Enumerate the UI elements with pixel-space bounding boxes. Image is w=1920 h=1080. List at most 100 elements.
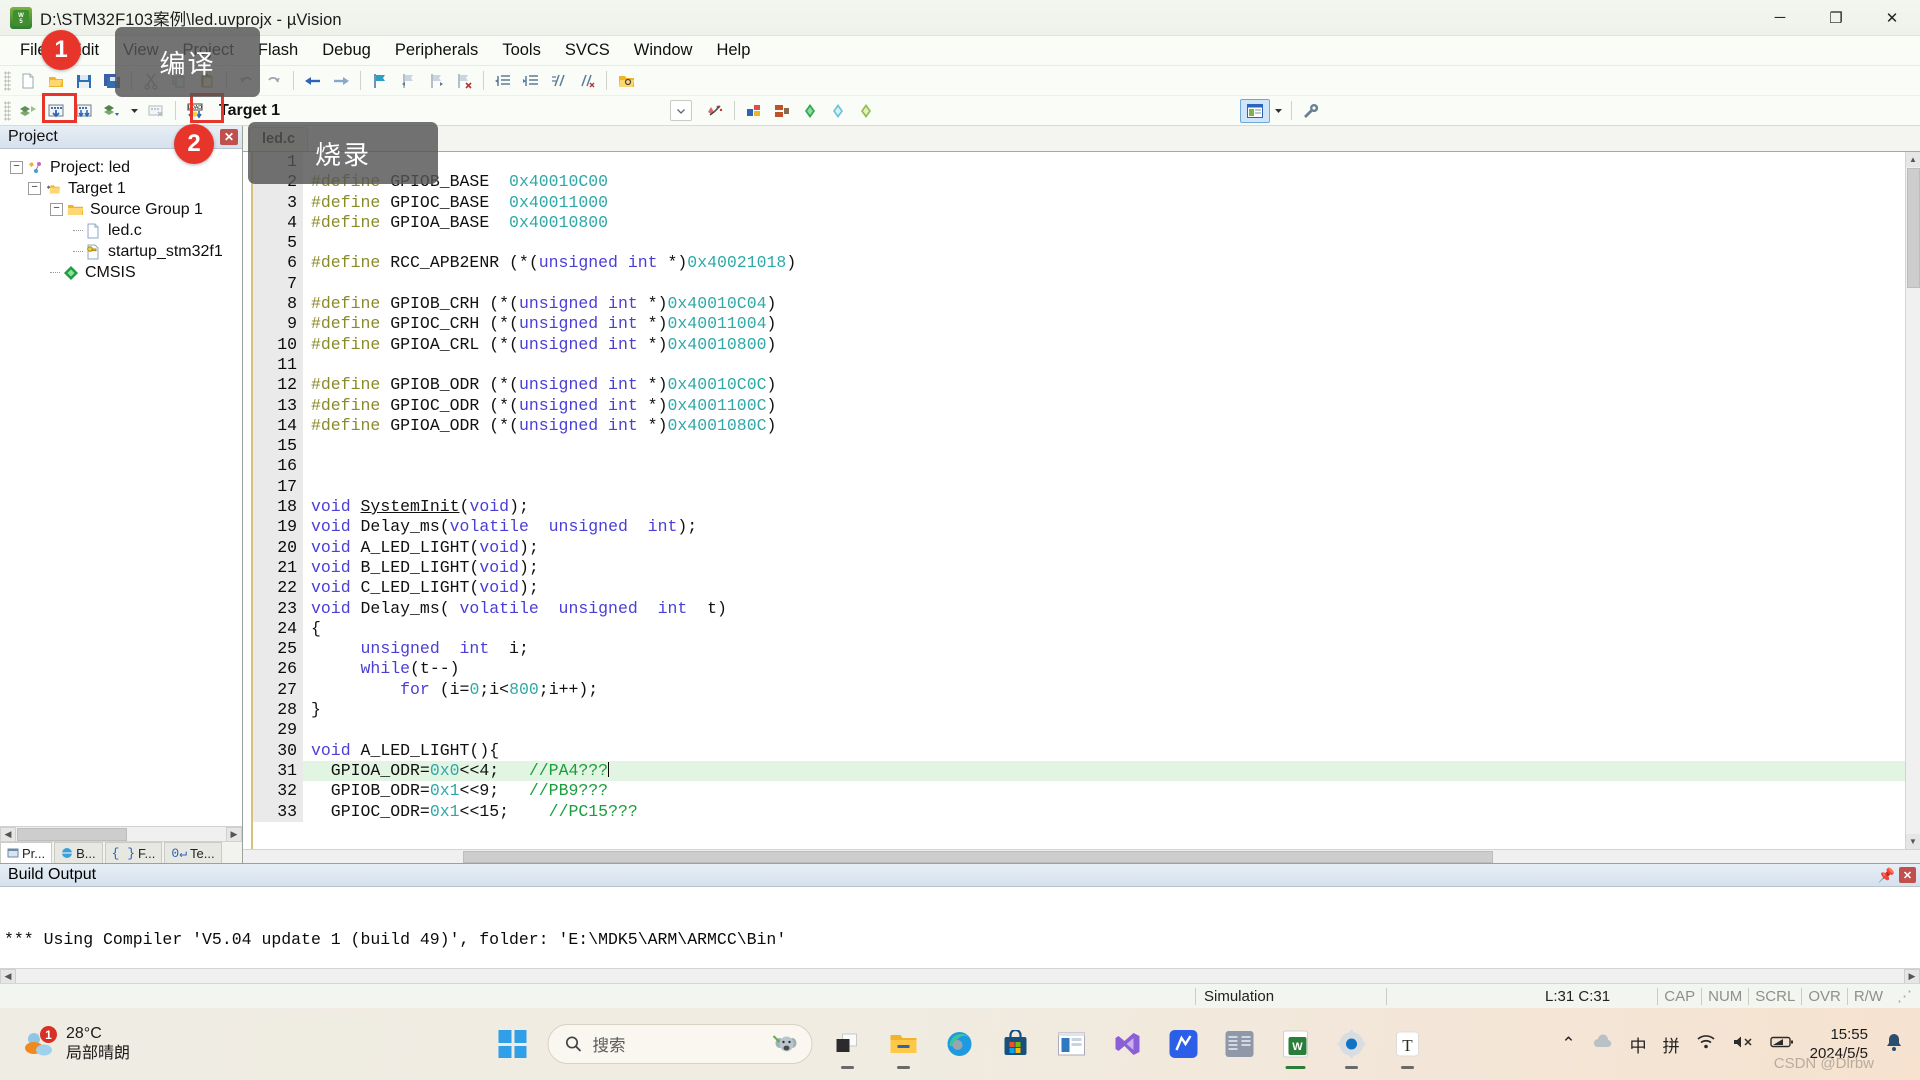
target-dropdown[interactable] (670, 100, 693, 121)
bookmark-prev-icon[interactable] (395, 69, 421, 93)
ime-mode-icon[interactable]: 中 (1630, 1032, 1647, 1057)
code-line[interactable]: 15 (253, 436, 1905, 457)
navigate-forward-icon[interactable] (328, 69, 354, 93)
code-line[interactable]: 16 (253, 456, 1905, 477)
wps-office-icon[interactable]: W (1275, 1023, 1317, 1069)
pin-icon[interactable]: 📌 (1878, 867, 1895, 884)
taskbar-search[interactable]: 搜索 (547, 1024, 813, 1064)
menu-peripherals[interactable]: Peripherals (383, 38, 490, 63)
code-line[interactable]: 26 while(t--) (253, 659, 1905, 680)
stop-build-icon[interactable] (143, 99, 169, 123)
editor-vertical-scrollbar[interactable]: ▲ ▼ (1905, 152, 1920, 849)
rebuild-all-icon[interactable] (71, 99, 97, 123)
weather-widget[interactable]: 1 28°C 局部晴朗 (22, 1024, 130, 1064)
code-line[interactable]: 6 #define RCC_APB2ENR (*(unsigned int *)0… (253, 253, 1905, 274)
code-line[interactable]: 8 #define GPIOB_CRH (*(unsigned int *)0x4… (253, 294, 1905, 315)
file-explorer-icon[interactable] (883, 1023, 925, 1069)
navigate-back-icon[interactable] (300, 69, 326, 93)
battery-icon[interactable] (1769, 1034, 1794, 1054)
keil-uvision-icon[interactable] (1219, 1023, 1261, 1065)
close-button[interactable]: ✕ (1864, 0, 1920, 36)
project-horizontal-scrollbar[interactable]: ◀ ▶ (0, 826, 242, 842)
target-options-icon[interactable] (702, 99, 728, 123)
insert-breakpoint-icon[interactable] (825, 99, 851, 123)
toolbar-grip[interactable] (4, 100, 11, 121)
target-selector-label[interactable]: Target 1 (219, 102, 280, 120)
window-layout-button[interactable] (1240, 98, 1271, 123)
translate-icon[interactable] (15, 99, 41, 123)
bookmark-toggle-icon[interactable] (367, 69, 393, 93)
code-line[interactable]: 2#define GPIOB_BASE 0x40010C00 (253, 172, 1905, 193)
code-line[interactable]: 29 (253, 720, 1905, 741)
scroll-left-arrow[interactable]: ◀ (0, 968, 16, 984)
code-line[interactable]: 21 void B_LED_LIGHT(void); (253, 557, 1905, 579)
tab-functions[interactable]: { } F... (104, 842, 163, 863)
code-line[interactable]: 5 (253, 233, 1905, 254)
multi-project-icon[interactable] (769, 99, 795, 123)
code-line[interactable]: 14 #define GPIOA_ODR (*(unsigned int *)0x… (253, 415, 1905, 437)
task-view-icon[interactable] (827, 1023, 869, 1069)
manage-runtime-icon[interactable] (741, 99, 767, 123)
menu-window[interactable]: Window (622, 38, 705, 63)
code-line[interactable]: 13 #define GPIOC_ODR (*(unsigned int *)0x… (253, 395, 1905, 416)
tab-templates[interactable]: 0↵ Te... (164, 842, 222, 863)
scroll-left-arrow[interactable]: ◀ (0, 826, 16, 842)
build-target-icon[interactable] (43, 99, 69, 123)
microsoft-store-icon[interactable] (995, 1023, 1037, 1065)
build-horizontal-scrollbar[interactable]: ◀ ▶ (0, 968, 1920, 984)
code-line[interactable]: 30 void A_LED_LIGHT(){ (253, 740, 1905, 761)
tree-node-source-group[interactable]: − Source Group 1 (6, 199, 242, 220)
code-line[interactable]: 4 #define GPIOA_BASE 0x40010800 (253, 212, 1905, 234)
code-line[interactable]: 32 GPIOB_ODR=0x1<<9; //PB9??? (253, 781, 1905, 802)
code-line[interactable]: 18 void SystemInit(void); (253, 497, 1905, 518)
scroll-right-arrow[interactable]: ▶ (1904, 968, 1920, 984)
code-line[interactable]: 23 void Delay_ms( volatile unsigned int t… (253, 598, 1905, 619)
scroll-down-arrow[interactable]: ▼ (1905, 834, 1920, 849)
code-line[interactable]: 22 void C_LED_LIGHT(void); (253, 578, 1905, 599)
close-icon[interactable]: ✕ (1899, 867, 1916, 883)
expander-icon[interactable]: − (10, 161, 23, 174)
code-line[interactable]: 25 unsigned int i; (253, 639, 1905, 660)
code-line[interactable]: 20 void A_LED_LIGHT(void); (253, 537, 1905, 558)
bookmark-clear-icon[interactable] (451, 69, 477, 93)
code-line[interactable]: 3 #define GPIOC_BASE 0x40011000 (253, 192, 1905, 213)
code-line[interactable]: 31 GPIOA_ODR=0x0<<4; //PA4??? (253, 760, 1905, 782)
visual-studio-icon[interactable] (1107, 1023, 1149, 1065)
code-line[interactable]: 33 GPIOC_ODR=0x1<<15; //PC15??? (253, 801, 1905, 822)
expander-icon[interactable]: − (28, 182, 41, 195)
new-file-icon[interactable] (15, 69, 41, 93)
code-line[interactable]: 1 (253, 152, 1905, 173)
scroll-thumb[interactable] (1906, 168, 1920, 288)
resize-grip[interactable]: ⋰ (1889, 984, 1920, 1009)
menu-help[interactable]: Help (704, 38, 762, 63)
layout-dropdown-icon[interactable] (1271, 99, 1285, 123)
start-debug-icon[interactable] (797, 99, 823, 123)
code-line[interactable]: 12 #define GPIOB_ODR (*(unsigned int *)0x… (253, 375, 1905, 396)
download-load-icon[interactable]: LOAD (182, 99, 208, 123)
volume-muted-icon[interactable] (1732, 1034, 1754, 1055)
expander-icon[interactable]: − (50, 203, 63, 216)
ime-pinyin-icon[interactable]: 拼 (1663, 1032, 1680, 1057)
uncomment-icon[interactable] (574, 69, 600, 93)
wifi-icon[interactable] (1696, 1034, 1716, 1055)
menu-tools[interactable]: Tools (490, 38, 553, 63)
show-hidden-icons-chevron[interactable]: ⌃ (1561, 1034, 1575, 1054)
indent-icon[interactable] (490, 69, 516, 93)
edge-icon[interactable] (939, 1023, 981, 1065)
notification-bell-icon[interactable] (1884, 1032, 1904, 1057)
maximize-button[interactable]: ❐ (1808, 0, 1864, 36)
open-folder-icon[interactable] (613, 69, 639, 93)
code-line[interactable]: 24 { (253, 618, 1905, 640)
code-line[interactable]: 9 #define GPIOC_CRH (*(unsigned int *)0x4… (253, 314, 1905, 335)
widgets-icon[interactable] (1051, 1023, 1093, 1065)
scroll-thumb[interactable] (17, 827, 127, 841)
menu-debug[interactable]: Debug (310, 38, 383, 63)
windows-start-icon[interactable] (492, 1023, 534, 1065)
code-line[interactable]: 11 (253, 354, 1905, 376)
minimize-button[interactable]: ─ (1752, 0, 1808, 36)
tree-node-project[interactable]: − Project: led (6, 157, 242, 178)
dropdown-arrow-icon[interactable] (127, 99, 141, 123)
tree-node-led-c[interactable]: led.c (6, 220, 242, 241)
open-file-icon[interactable] (43, 69, 69, 93)
scroll-right-arrow[interactable]: ▶ (226, 826, 242, 842)
